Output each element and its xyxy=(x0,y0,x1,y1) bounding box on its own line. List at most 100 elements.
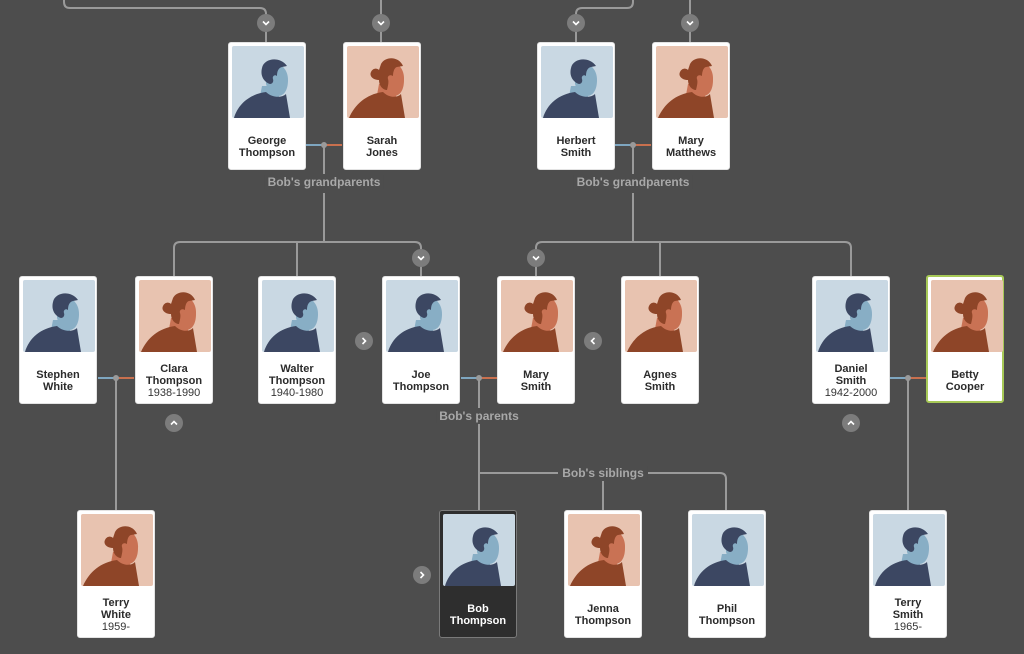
chevron-right-icon xyxy=(419,571,425,579)
male-avatar-icon xyxy=(541,46,613,118)
person-name: Clara Thompson 1938-1990 xyxy=(136,363,212,399)
life-years: 1938-1990 xyxy=(147,387,201,399)
collapse-mary-smith-parents-button[interactable] xyxy=(527,249,545,267)
female-avatar-icon xyxy=(81,514,153,586)
female-avatar-icon xyxy=(347,46,419,118)
last-name: Thompson xyxy=(268,375,326,387)
first-name: Joe xyxy=(411,369,431,381)
person-card-phil[interactable]: Phil Thompson xyxy=(688,510,766,638)
last-name: Thompson xyxy=(145,375,203,387)
person-card-daniel[interactable]: Daniel Smith 1942-2000 xyxy=(812,276,890,404)
collapse-daniel-children-button[interactable] xyxy=(842,414,860,432)
male-avatar-icon xyxy=(386,280,458,352)
female-avatar-icon xyxy=(625,280,697,352)
male-avatar-icon xyxy=(873,514,945,586)
last-name: Thompson xyxy=(574,615,632,627)
first-name: Stephen xyxy=(36,369,80,381)
chevron-up-icon xyxy=(847,420,855,426)
last-name: Smith xyxy=(892,609,924,621)
first-name: Sarah xyxy=(366,135,398,147)
last-name: Matthews xyxy=(665,147,717,159)
label-grandparents-maternal: Bob's grandparents xyxy=(573,175,693,189)
connector-smith-children xyxy=(535,193,852,276)
life-years: 1942-2000 xyxy=(824,387,878,399)
chevron-down-icon xyxy=(417,255,425,261)
first-name: Agnes xyxy=(643,369,677,381)
male-avatar-icon xyxy=(262,280,334,352)
label-grandparents-paternal: Bob's grandparents xyxy=(264,175,384,189)
first-name: Daniel xyxy=(834,363,868,375)
expand-herbert-ancestors-button[interactable] xyxy=(567,14,585,32)
person-card-sarah[interactable]: Sarah Jones xyxy=(343,42,421,170)
person-name: Jenna Thompson xyxy=(565,603,641,627)
person-card-agnes[interactable]: Agnes Smith xyxy=(621,276,699,404)
expand-george-ancestors-button[interactable] xyxy=(257,14,275,32)
first-name: Terry xyxy=(894,597,922,609)
person-card-mary-m[interactable]: Mary Matthews xyxy=(652,42,730,170)
chevron-down-icon xyxy=(686,20,694,26)
chevron-down-icon xyxy=(572,20,580,26)
collapse-joe-parents-button[interactable] xyxy=(412,249,430,267)
last-name: Smith xyxy=(644,381,676,393)
person-name: George Thompson xyxy=(229,135,305,159)
person-name: Phil Thompson xyxy=(689,603,765,627)
last-name: Thompson xyxy=(698,615,756,627)
chevron-down-icon xyxy=(532,255,540,261)
person-name: Terry White 1959- xyxy=(78,597,154,633)
chevron-up-icon xyxy=(170,420,178,426)
female-avatar-icon xyxy=(568,514,640,586)
first-name: Mary xyxy=(523,369,549,381)
person-card-clara[interactable]: Clara Thompson 1938-1990 xyxy=(135,276,213,404)
person-card-bob[interactable]: Bob Thompson xyxy=(439,510,517,638)
chevron-left-icon xyxy=(590,337,596,345)
person-name: Mary Smith xyxy=(498,369,574,393)
male-avatar-icon xyxy=(23,280,95,352)
label-parents: Bob's parents xyxy=(436,409,522,423)
life-years: 1959- xyxy=(101,621,131,633)
last-name: Jones xyxy=(366,147,398,159)
expand-mary-matthews-ancestors-button[interactable] xyxy=(681,14,699,32)
male-avatar-icon xyxy=(692,514,764,586)
person-name: Terry Smith 1965- xyxy=(870,597,946,633)
person-card-herbert[interactable]: Herbert Smith xyxy=(537,42,615,170)
last-name: White xyxy=(43,381,73,393)
person-card-joe[interactable]: Joe Thompson xyxy=(382,276,460,404)
first-name: Phil xyxy=(716,603,738,615)
person-card-mary-s[interactable]: Mary Smith xyxy=(497,276,575,404)
person-card-betty[interactable]: Betty Cooper xyxy=(926,275,1004,403)
last-name: Thompson xyxy=(238,147,296,159)
person-name: Sarah Jones xyxy=(344,135,420,159)
person-card-terry-s[interactable]: Terry Smith 1965- xyxy=(869,510,947,638)
last-name: Thompson xyxy=(449,615,507,627)
last-name: Thompson xyxy=(392,381,450,393)
person-card-stephen[interactable]: Stephen White xyxy=(19,276,97,404)
first-name: Betty xyxy=(951,369,979,381)
expand-bob-partner-button[interactable] xyxy=(413,566,431,584)
person-card-jenna[interactable]: Jenna Thompson xyxy=(564,510,642,638)
person-card-walter[interactable]: Walter Thompson 1940-1980 xyxy=(258,276,336,404)
first-name: Herbert xyxy=(556,135,596,147)
chevron-down-icon xyxy=(377,20,385,26)
male-avatar-icon xyxy=(443,514,515,586)
person-card-terry-w[interactable]: Terry White 1959- xyxy=(77,510,155,638)
life-years: 1940-1980 xyxy=(270,387,324,399)
last-name: White xyxy=(101,609,131,621)
female-avatar-icon xyxy=(501,280,573,352)
female-avatar-icon xyxy=(656,46,728,118)
collapse-mary-smith-siblings-button[interactable] xyxy=(584,332,602,350)
person-card-george[interactable]: George Thompson xyxy=(228,42,306,170)
chevron-down-icon xyxy=(262,20,270,26)
first-name: Mary xyxy=(678,135,704,147)
person-name: Stephen White xyxy=(20,369,96,393)
male-avatar-icon xyxy=(232,46,304,118)
first-name: Jenna xyxy=(587,603,619,615)
first-name: George xyxy=(247,135,287,147)
expand-joe-siblings-button[interactable] xyxy=(355,332,373,350)
last-name: Smith xyxy=(560,147,592,159)
life-years: 1965- xyxy=(893,621,923,633)
female-avatar-icon xyxy=(139,280,211,352)
person-name: Walter Thompson 1940-1980 xyxy=(259,363,335,399)
collapse-clara-children-button[interactable] xyxy=(165,414,183,432)
expand-sarah-ancestors-button[interactable] xyxy=(372,14,390,32)
last-name: Cooper xyxy=(945,381,985,393)
